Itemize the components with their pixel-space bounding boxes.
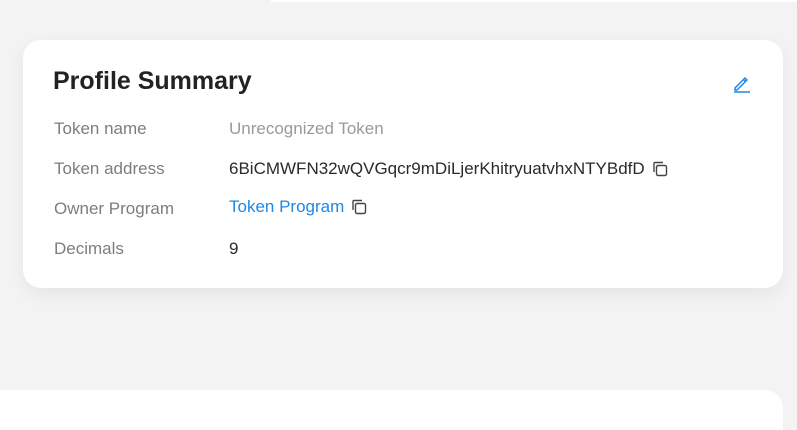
row-decimals: Decimals 9 — [54, 239, 754, 261]
decimals-value: 9 — [229, 239, 238, 259]
top-panel-edge — [271, 0, 797, 2]
row-label: Decimals — [54, 239, 124, 258]
token-address-text[interactable]: 6BiCMWFN32wQVGqcr9mDiLjerKhitryuatvhxNTY… — [229, 159, 645, 179]
next-card-edge — [0, 390, 783, 430]
decimals-text: 9 — [229, 239, 239, 258]
profile-summary-card: Profile Summary Token name Unrecognized … — [23, 40, 783, 288]
pencil-icon — [734, 77, 750, 93]
row-label: Token address — [54, 159, 165, 178]
token-name-text: Unrecognized Token — [229, 119, 384, 138]
token-name-value: Unrecognized Token — [229, 119, 384, 139]
row-token-name: Token name Unrecognized Token — [54, 119, 754, 141]
row-token-address: Token address 6BiCMWFN32wQVGqcr9mDiLjerK… — [54, 159, 754, 181]
row-owner-program: Owner Program Token Program — [54, 197, 754, 219]
token-program-link[interactable]: Token Program — [229, 197, 344, 217]
row-label: Token name — [54, 119, 147, 138]
copy-icon[interactable] — [350, 198, 368, 216]
token-address-value: 6BiCMWFN32wQVGqcr9mDiLjerKhitryuatvhxNTY… — [229, 159, 669, 179]
copy-icon[interactable] — [651, 160, 669, 178]
edit-button[interactable] — [732, 73, 752, 93]
owner-program-value: Token Program — [229, 197, 368, 217]
card-title: Profile Summary — [53, 67, 252, 95]
row-label: Owner Program — [54, 199, 174, 218]
